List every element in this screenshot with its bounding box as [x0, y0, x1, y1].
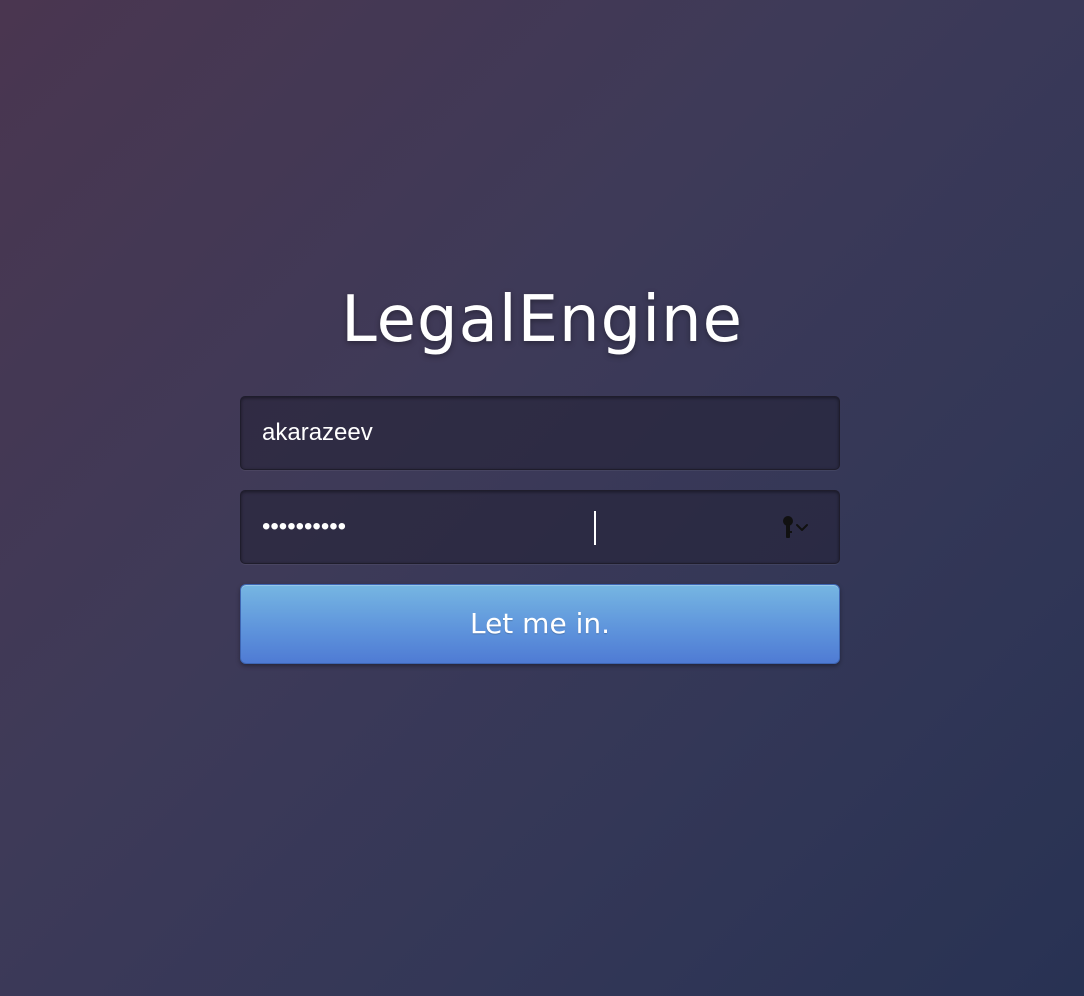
text-caret	[594, 511, 596, 545]
username-field-container	[240, 396, 840, 470]
password-field-container	[240, 490, 840, 564]
password-input[interactable]	[241, 491, 839, 563]
login-form: Let me in.	[240, 396, 840, 664]
username-input[interactable]	[241, 397, 839, 469]
let-me-in-button[interactable]: Let me in.	[240, 584, 840, 664]
app-title: LegalEngine	[341, 283, 743, 357]
key-icon[interactable]	[781, 515, 815, 539]
